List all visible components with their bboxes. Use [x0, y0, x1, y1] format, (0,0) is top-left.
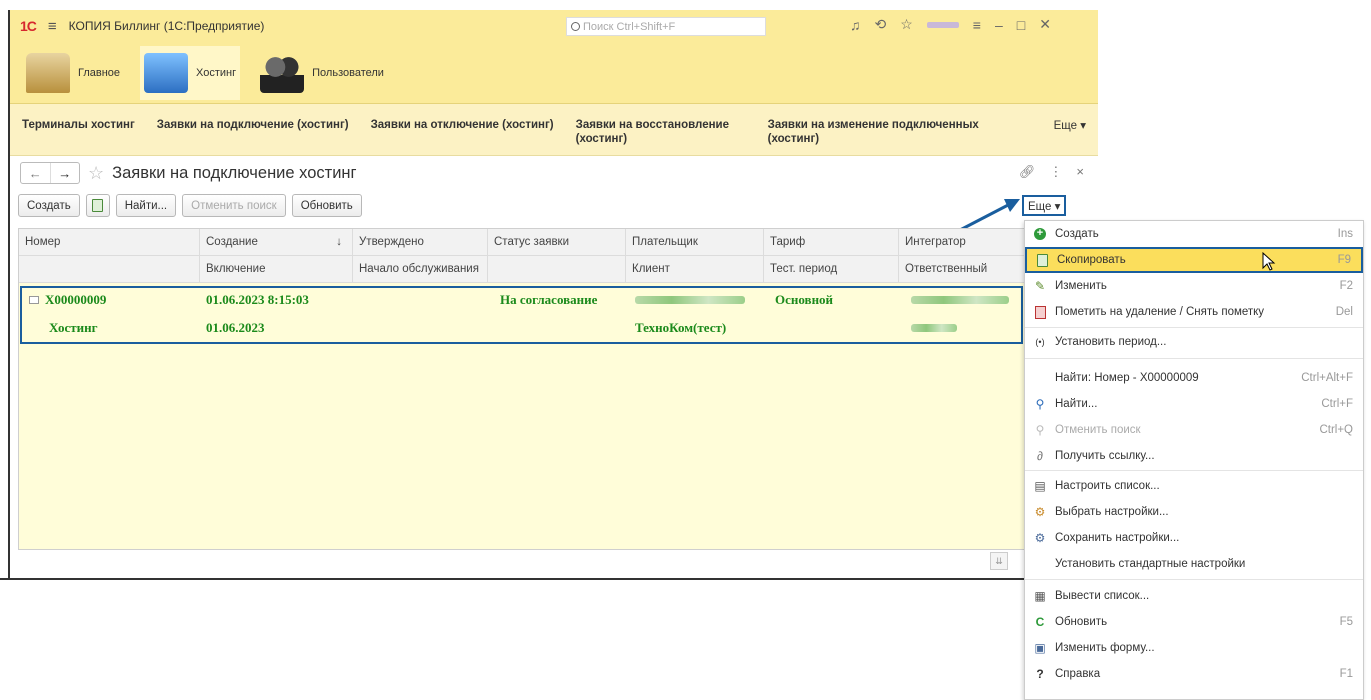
menu-item-configure-list[interactable]: ▤ Настроить список...: [1025, 473, 1363, 499]
col-service-start[interactable]: Начало обслуживания: [353, 256, 488, 283]
menu-item-help[interactable]: ? Справка F1: [1025, 661, 1363, 687]
menu-item-set-period[interactable]: (•) Установить период...: [1025, 329, 1363, 355]
menu-item-cancel-search[interactable]: ⚲ Отменить поиск Ctrl+Q: [1025, 417, 1363, 443]
copy-icon: [1036, 253, 1048, 267]
menu-item-label: Отменить поиск: [1055, 424, 1141, 436]
find-icon: ⚲: [1035, 397, 1045, 411]
menu-item-label: Сохранить настройки...: [1055, 532, 1180, 544]
menu-item-shortcut: F5: [1339, 616, 1353, 628]
col-integrator[interactable]: Интегратор: [899, 229, 1029, 256]
menu-item-label: Настроить список...: [1055, 480, 1160, 492]
period-icon: (•): [1035, 337, 1045, 347]
cancel-find-icon: ⚲: [1035, 423, 1045, 437]
col-status-sub[interactable]: [488, 256, 626, 283]
requests-table[interactable]: Номер Создание ↓ Утверждено Статус заявки…: [18, 228, 1030, 550]
menu-item-copy[interactable]: Скопировать F9: [1025, 247, 1363, 273]
plus-circle-icon: +: [1034, 228, 1046, 240]
menu-item-label: Справка: [1055, 668, 1101, 680]
menu-separator: [1025, 579, 1363, 580]
menu-item-shortcut: Ctrl+F: [1321, 398, 1353, 410]
menu-item-choose-settings[interactable]: ⚙ Выбрать настройки...: [1025, 499, 1363, 525]
configure-list-icon: ▤: [1034, 479, 1046, 493]
menu-separator: [1025, 358, 1363, 359]
col-number-sub[interactable]: [19, 256, 200, 283]
menu-item-label: Скопировать: [1057, 254, 1126, 266]
help-icon: ?: [1036, 667, 1044, 681]
col-payer[interactable]: Плательщик: [626, 229, 764, 256]
menu-item-create[interactable]: + Создать Ins: [1025, 221, 1363, 247]
selected-row-highlight: [20, 286, 1023, 344]
choose-settings-icon: ⚙: [1034, 505, 1046, 519]
menu-item-label: Изменить: [1055, 280, 1107, 292]
menu-item-standard-settings[interactable]: Установить стандартные настройки: [1025, 551, 1363, 577]
col-created-label: Создание: [206, 236, 258, 248]
sort-down-icon: ↓: [336, 236, 342, 248]
col-tariff[interactable]: Тариф: [764, 229, 899, 256]
col-client[interactable]: Клиент: [626, 256, 764, 283]
scroll-to-end-icon[interactable]: ⇊: [990, 552, 1008, 570]
refresh-icon: C: [1035, 615, 1045, 629]
menu-item-save-settings[interactable]: ⚙ Сохранить настройки...: [1025, 525, 1363, 551]
menu-item-label: Найти: Номер - Х00000009: [1055, 372, 1199, 384]
menu-item-label: Выбрать настройки...: [1055, 506, 1169, 518]
save-settings-icon: ⚙: [1034, 531, 1046, 545]
col-status[interactable]: Статус заявки: [488, 229, 626, 256]
menu-item-shortcut: F2: [1339, 280, 1353, 292]
menu-item-shortcut: F1: [1339, 668, 1353, 680]
menu-item-get-link[interactable]: ∂ Получить ссылку...: [1025, 443, 1363, 469]
menu-item-shortcut: Del: [1335, 306, 1353, 318]
menu-item-label: Установить период...: [1055, 336, 1167, 348]
col-enabled[interactable]: Включение: [200, 256, 353, 283]
menu-item-shortcut: Ctrl+Q: [1319, 424, 1353, 436]
col-approved[interactable]: Утверждено: [353, 229, 488, 256]
menu-item-edit[interactable]: ✎ Изменить F2: [1025, 273, 1363, 299]
menu-item-label: Обновить: [1055, 616, 1108, 628]
more-menu: + Создать Ins Скопировать F9 ✎ Изменить …: [1024, 220, 1364, 700]
col-number[interactable]: Номер: [19, 229, 200, 256]
menu-item-shortcut: F9: [1337, 254, 1351, 266]
menu-item-label: Установить стандартные настройки: [1055, 558, 1246, 570]
menu-item-label: Пометить на удаление / Снять пометку: [1055, 306, 1265, 318]
delete-mark-icon: [1034, 305, 1046, 319]
table-header: Номер Создание ↓ Утверждено Статус заявки…: [19, 229, 1029, 283]
mouse-cursor-icon: [1262, 252, 1276, 271]
menu-item-change-form[interactable]: ▣ Изменить форму...: [1025, 635, 1363, 661]
menu-item-label: Вывести список...: [1055, 590, 1150, 602]
col-created[interactable]: Создание ↓: [200, 229, 353, 256]
menu-item-output-list[interactable]: ▦ Вывести список...: [1025, 583, 1363, 609]
menu-item-refresh[interactable]: C Обновить F5: [1025, 609, 1363, 635]
link-icon: ∂: [1037, 449, 1043, 463]
menu-item-find[interactable]: ⚲ Найти... Ctrl+F: [1025, 391, 1363, 417]
pencil-icon: ✎: [1034, 279, 1046, 293]
output-list-icon: ▦: [1034, 589, 1046, 603]
col-responsible[interactable]: Ответственный: [899, 256, 1029, 283]
menu-item-label: Получить ссылку...: [1055, 450, 1155, 462]
menu-item-find-by-number[interactable]: Найти: Номер - Х00000009 Ctrl+Alt+F: [1025, 365, 1363, 391]
menu-item-shortcut: Ctrl+Alt+F: [1301, 372, 1353, 384]
menu-item-label: Найти...: [1055, 398, 1098, 410]
menu-item-shortcut: Ins: [1337, 228, 1353, 240]
menu-item-label: Изменить форму...: [1055, 642, 1155, 654]
menu-separator: [1025, 470, 1363, 471]
menu-separator: [1025, 327, 1363, 328]
change-form-icon: ▣: [1034, 641, 1046, 655]
menu-item-label: Создать: [1055, 228, 1099, 240]
menu-item-mark-delete[interactable]: Пометить на удаление / Снять пометку Del: [1025, 299, 1363, 325]
col-test-period[interactable]: Тест. период: [764, 256, 899, 283]
